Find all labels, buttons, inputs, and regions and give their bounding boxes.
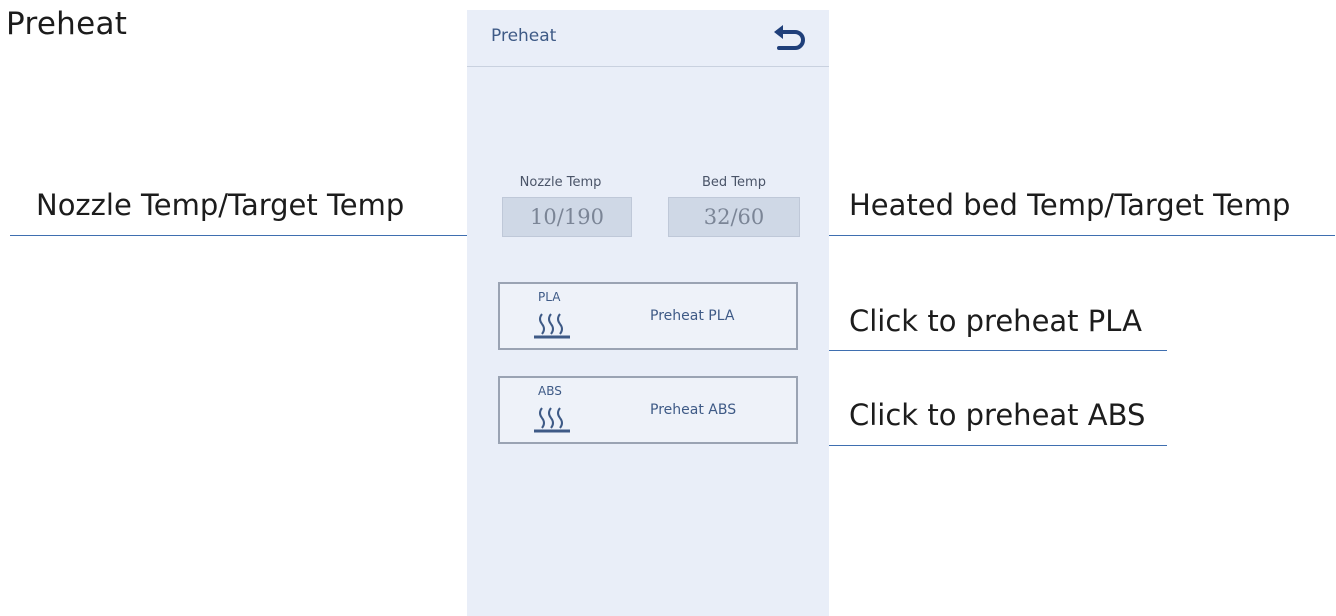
leader-line-bed: [799, 235, 1335, 236]
bed-temp-label: Bed Temp: [702, 175, 766, 190]
pla-material-label: PLA: [538, 290, 561, 304]
nozzle-temp-value: 10/190: [502, 197, 632, 237]
screen-title: Preheat: [491, 26, 557, 46]
leader-line-abs: [799, 445, 1167, 446]
back-button[interactable]: [769, 22, 809, 56]
page-title: Preheat: [6, 6, 128, 42]
bed-temp-value: 32/60: [668, 197, 800, 237]
heat-icon: [534, 407, 570, 433]
screen-header: Preheat: [467, 10, 829, 67]
nozzle-temp-label: Nozzle Temp: [519, 175, 602, 190]
preheat-pla-button[interactable]: PLA Preheat PLA: [498, 282, 798, 350]
annotation-preheat-abs: Click to preheat ABS: [849, 398, 1146, 432]
device-screen: Preheat Nozzle Temp 10/190 Bed Temp 32/6…: [467, 10, 829, 616]
annotation-preheat-pla: Click to preheat PLA: [849, 304, 1142, 338]
preheat-abs-button[interactable]: ABS Preheat ABS: [498, 376, 798, 444]
back-arrow-icon: [774, 25, 805, 50]
annotation-bed-temp: Heated bed Temp/Target Temp: [849, 188, 1291, 222]
leader-line-nozzle: [10, 235, 498, 236]
preheat-abs-label: Preheat ABS: [650, 402, 737, 418]
annotation-nozzle-temp: Nozzle Temp/Target Temp: [36, 188, 405, 222]
leader-line-pla: [799, 350, 1167, 351]
preheat-pla-label: Preheat PLA: [650, 308, 735, 324]
heat-icon: [534, 313, 570, 339]
abs-material-label: ABS: [538, 384, 562, 398]
